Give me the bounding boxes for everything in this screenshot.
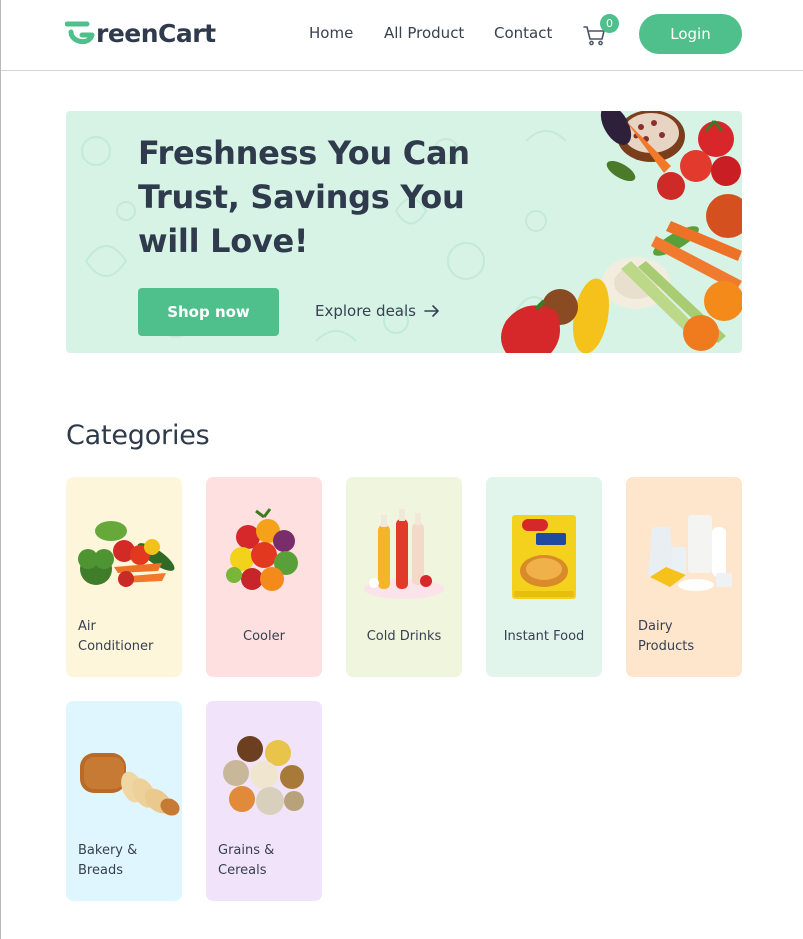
category-label: Grains & Cereals [218, 841, 334, 881]
category-label: Cooler [243, 629, 285, 644]
nav-contact-link[interactable]: Contact [494, 24, 552, 42]
vegetables-hero-image [501, 111, 742, 353]
category-card-instant-food[interactable]: Instant Food [486, 477, 602, 677]
category-label: Dairy Products [638, 617, 754, 657]
category-label-line: Dairy [638, 619, 673, 634]
category-card-dairy-products[interactable]: Dairy Products [626, 477, 742, 677]
category-label: Cold Drinks [366, 629, 442, 644]
fruits-image [226, 508, 298, 591]
hero-title-line: Trust, Savings You [138, 178, 465, 216]
category-card-air-conditioner[interactable]: Air Conditioner [66, 477, 182, 677]
navbar: reenCart Home All Product Contact 0 Logi… [1, 0, 803, 71]
explore-deals-link[interactable]: Explore deals [315, 302, 440, 320]
bread-image [80, 753, 180, 816]
category-label-line: Bakery & [78, 843, 138, 858]
nav-home-link[interactable]: Home [309, 24, 353, 42]
cold-drinks-image [364, 509, 444, 599]
category-label-line: Cereals [218, 863, 267, 878]
vegetables-image [78, 521, 175, 587]
category-label-line: Grains & [218, 843, 275, 858]
hero-title-line: will Love! [138, 222, 309, 260]
shop-now-button[interactable]: Shop now [138, 288, 279, 336]
cart-count-badge: 0 [600, 14, 619, 33]
category-card-bakery-breads[interactable]: Bakery & Breads [66, 701, 182, 901]
dairy-image [648, 515, 732, 591]
hero-title-line: Freshness You Can [138, 134, 470, 172]
category-card-cold-drinks[interactable]: Cold Drinks [346, 477, 462, 677]
category-label-line: Breads [78, 863, 123, 878]
instant-noodles-image [512, 515, 576, 599]
category-label: Bakery & Breads [78, 841, 194, 881]
category-label: Air Conditioner [78, 617, 194, 657]
category-card-grains-cereals[interactable]: Grains & Cereals [206, 701, 322, 901]
arrow-right-icon [424, 305, 439, 317]
categories-heading: Categories [66, 420, 210, 451]
category-card-cooler[interactable]: Cooler [206, 477, 322, 677]
explore-deals-label: Explore deals [315, 302, 416, 320]
hero-banner: Freshness You Can Trust, Savings You wil… [66, 111, 742, 353]
nav-all-product-link[interactable]: All Product [384, 24, 464, 42]
login-button[interactable]: Login [639, 14, 742, 54]
category-label-line: Conditioner [78, 639, 154, 654]
category-label: Instant Food [503, 629, 585, 644]
grains-image [223, 736, 304, 815]
category-label-line: Products [638, 639, 695, 654]
category-label-line: Air [78, 619, 96, 634]
hero-title: Freshness You Can Trust, Savings You wil… [138, 131, 498, 263]
